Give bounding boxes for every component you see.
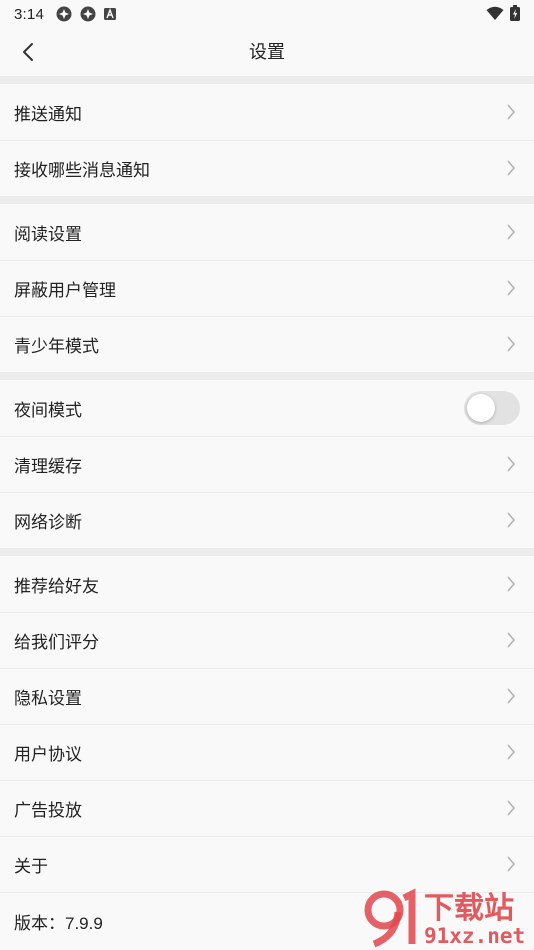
settings-item-label: 夜间模式	[14, 400, 82, 420]
chevron-right-icon	[507, 336, 516, 352]
settings-group-reading: 阅读设置 屏蔽用户管理 青少年模式	[0, 204, 534, 372]
group-divider	[0, 548, 534, 556]
settings-group-about: 推荐给好友 给我们评分 隐私设置 用户协议 广告投放 关于	[0, 556, 534, 892]
page-title: 设置	[249, 42, 285, 62]
settings-item-label: 青少年模式	[14, 336, 99, 356]
settings-item-push-notifications[interactable]: 推送通知	[0, 84, 534, 140]
chevron-right-icon	[507, 800, 516, 816]
battery-icon	[510, 5, 520, 21]
settings-item-night-mode: 夜间模式	[0, 380, 534, 436]
settings-item-ad-placement[interactable]: 广告投放	[0, 780, 534, 836]
settings-item-rate-us[interactable]: 给我们评分	[0, 612, 534, 668]
settings-item-recommend-to-friends[interactable]: 推荐给好友	[0, 556, 534, 612]
status-system-icons	[486, 5, 520, 21]
settings-item-blocked-users[interactable]: 屏蔽用户管理	[0, 260, 534, 316]
group-divider	[0, 76, 534, 84]
settings-item-label: 网络诊断	[14, 512, 82, 532]
status-bar: 3:14	[0, 0, 534, 28]
chevron-right-icon	[507, 512, 516, 528]
chevron-right-icon	[507, 280, 516, 296]
settings-item-notification-types[interactable]: 接收哪些消息通知	[0, 140, 534, 196]
chevron-right-icon	[507, 224, 516, 240]
watermark-nine-graphic	[364, 888, 416, 948]
watermark-logo: 下载站 91xz.net	[364, 888, 525, 948]
version-label: 版本：7.9.9	[14, 913, 103, 933]
navigation-bar: 设置	[0, 28, 534, 76]
app-notification-icon	[80, 6, 96, 22]
group-divider	[0, 196, 534, 204]
settings-item-label: 推荐给好友	[14, 576, 99, 596]
settings-item-clear-cache[interactable]: 清理缓存	[0, 436, 534, 492]
settings-group-display: 夜间模式 清理缓存 网络诊断	[0, 380, 534, 548]
settings-list: 推送通知 接收哪些消息通知 阅读设置 屏蔽用户管理 青少年模式 夜间模式 清理缓…	[0, 76, 534, 949]
chevron-right-icon	[507, 576, 516, 592]
settings-group-notifications: 推送通知 接收哪些消息通知	[0, 84, 534, 196]
settings-item-teen-mode[interactable]: 青少年模式	[0, 316, 534, 372]
chevron-right-icon	[507, 744, 516, 760]
settings-item-label: 广告投放	[14, 800, 82, 820]
settings-item-network-diagnosis[interactable]: 网络诊断	[0, 492, 534, 548]
chevron-right-icon	[507, 856, 516, 872]
settings-item-label: 关于	[14, 856, 48, 876]
settings-item-label: 屏蔽用户管理	[14, 280, 116, 300]
chevron-right-icon	[507, 456, 516, 472]
settings-item-user-agreement[interactable]: 用户协议	[0, 724, 534, 780]
toggle-knob	[467, 394, 495, 422]
watermark-text-bottom: 91xz.net	[424, 924, 525, 948]
settings-item-label: 隐私设置	[14, 688, 82, 708]
chevron-right-icon	[507, 632, 516, 648]
settings-item-label: 清理缓存	[14, 456, 82, 476]
settings-item-label: 推送通知	[14, 104, 82, 124]
settings-item-privacy-settings[interactable]: 隐私设置	[0, 668, 534, 724]
night-mode-toggle[interactable]	[464, 391, 520, 425]
settings-item-reading-settings[interactable]: 阅读设置	[0, 204, 534, 260]
settings-item-about[interactable]: 关于	[0, 836, 534, 892]
a-notification-icon	[104, 8, 116, 20]
settings-item-label: 接收哪些消息通知	[14, 160, 150, 180]
chevron-right-icon	[507, 104, 516, 120]
chevron-right-icon	[507, 688, 516, 704]
watermark-text-top: 下载站	[424, 891, 514, 926]
app-notification-icon	[56, 6, 72, 22]
settings-item-label: 阅读设置	[14, 224, 82, 244]
status-notification-icons	[56, 6, 116, 22]
settings-item-label: 用户协议	[14, 744, 82, 764]
chevron-right-icon	[507, 160, 516, 176]
group-divider	[0, 372, 534, 380]
status-time: 3:14	[14, 5, 44, 23]
wifi-icon	[486, 6, 504, 20]
settings-item-label: 给我们评分	[14, 632, 99, 652]
